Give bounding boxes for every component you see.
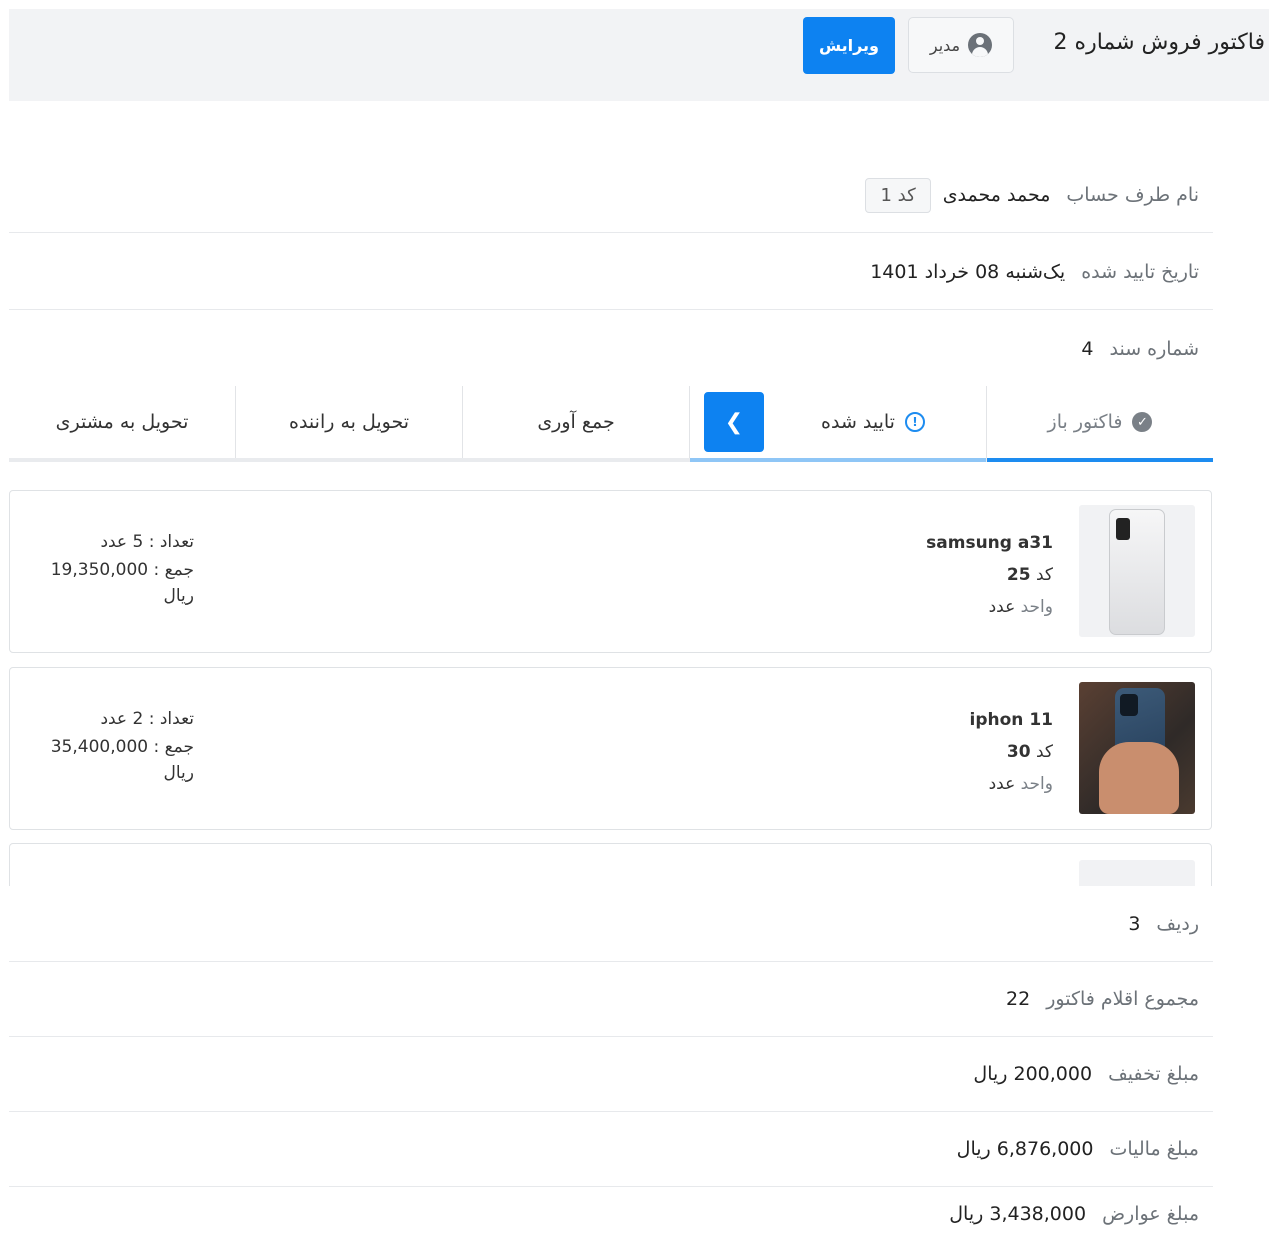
check-circle-icon: ✓ [1132, 412, 1153, 432]
step-collect[interactable]: جمع آوری [462, 386, 689, 458]
list-item[interactable] [9, 843, 1212, 886]
product-image [1079, 505, 1195, 637]
item-name: samsung a31 [926, 533, 1053, 553]
tax-row: مبلغ مالیات 6,876,000 ریال [9, 1112, 1213, 1187]
doc-number-row: شماره سند 4 [9, 311, 1213, 386]
row-count-label: ردیف [1156, 913, 1199, 935]
discount-label: مبلغ تخفیف [1108, 1063, 1199, 1085]
item-code: 30 [1006, 742, 1031, 762]
account-value: محمد محمدی [942, 184, 1051, 206]
user-circle-icon [968, 33, 993, 57]
item-unit: عدد [988, 774, 1016, 794]
item-code-label: کد [1035, 565, 1053, 585]
items-list[interactable]: samsung a31 کد 25 واحد عدد تعداد : 5 عدد… [9, 488, 1213, 886]
item-unit: عدد [988, 597, 1016, 617]
list-item[interactable]: samsung a31 کد 25 واحد عدد تعداد : 5 عدد… [9, 490, 1212, 653]
item-currency: ریال [163, 763, 194, 783]
list-item[interactable]: iphon 11 کد 30 واحد عدد تعداد : 2 عدد جم… [9, 667, 1212, 830]
user-role-button[interactable]: مدیر [908, 17, 1014, 73]
step-label: تحویل به مشتری [55, 411, 189, 433]
product-image [1079, 860, 1195, 886]
edit-button[interactable]: ویرایش [803, 17, 895, 74]
tax-label: مبلغ مالیات [1109, 1138, 1199, 1160]
header-bar [9, 9, 1269, 101]
item-currency: ریال [163, 586, 194, 606]
duties-value: 3,438,000 ریال [949, 1203, 1087, 1225]
product-image [1079, 682, 1195, 814]
doc-number-label: شماره سند [1109, 337, 1200, 360]
step-label: تحویل به راننده [289, 411, 410, 433]
chevron-right-icon: ❯ [724, 409, 744, 435]
item-sum: جمع : 35,400,000 [50, 737, 194, 757]
step-label: تایید شده [821, 411, 895, 433]
date-row: تاریخ تایید شده یک‌شنبه 08 خرداد 1401 [9, 235, 1213, 310]
item-quantity: تعداد : 2 عدد [100, 709, 194, 729]
duties-label: مبلغ عوارض [1102, 1203, 1199, 1225]
item-name: iphon 11 [969, 710, 1053, 730]
info-circle-icon: ! [904, 412, 925, 432]
item-sum: جمع : 19,350,000 [50, 560, 194, 580]
account-label: نام طرف حساب [1066, 184, 1199, 206]
step-driver-delivery[interactable]: تحویل به راننده [235, 386, 462, 458]
account-row: نام طرف حساب محمد محمدی کد 1 [9, 158, 1213, 233]
step-approved[interactable]: ! تایید شده ❯ [689, 386, 986, 462]
date-label: تاریخ تایید شده [1081, 261, 1199, 283]
date-value: یک‌شنبه 08 خرداد 1401 [870, 261, 1066, 283]
status-steps: ✓ فاکتور باز ! تایید شده ❯ جمع آوری تحوی… [9, 386, 1213, 462]
duties-row: مبلغ عوارض 3,438,000 ریال [9, 1187, 1213, 1241]
user-role-label: مدیر [929, 35, 961, 55]
step-label: فاکتور باز [1047, 411, 1123, 433]
row-count-row: ردیف 3 [9, 887, 1213, 962]
total-items-label: مجموع اقلام فاکتور [1046, 988, 1199, 1010]
total-items-row: مجموع اقلام فاکتور 22 [9, 962, 1213, 1037]
row-count-value: 3 [1128, 913, 1141, 935]
item-quantity: تعداد : 5 عدد [100, 532, 194, 552]
doc-number-value: 4 [1081, 337, 1094, 360]
tax-value: 6,876,000 ریال [956, 1138, 1094, 1160]
account-code-badge: کد 1 [865, 177, 931, 213]
step-customer-delivery[interactable]: تحویل به مشتری [9, 386, 235, 458]
step-label: جمع آوری [537, 411, 615, 433]
discount-value: 200,000 ریال [973, 1063, 1093, 1085]
page-title: فاکتور فروش شماره 2 [1053, 30, 1265, 55]
total-items-value: 22 [1006, 988, 1031, 1010]
next-step-button[interactable]: ❯ [704, 392, 764, 452]
item-unit-label: واحد [1020, 597, 1053, 617]
item-code-label: کد [1035, 742, 1053, 762]
step-open-invoice[interactable]: ✓ فاکتور باز [986, 386, 1213, 462]
discount-row: مبلغ تخفیف 200,000 ریال [9, 1037, 1213, 1112]
item-code: 25 [1006, 565, 1031, 585]
item-unit-label: واحد [1020, 774, 1053, 794]
